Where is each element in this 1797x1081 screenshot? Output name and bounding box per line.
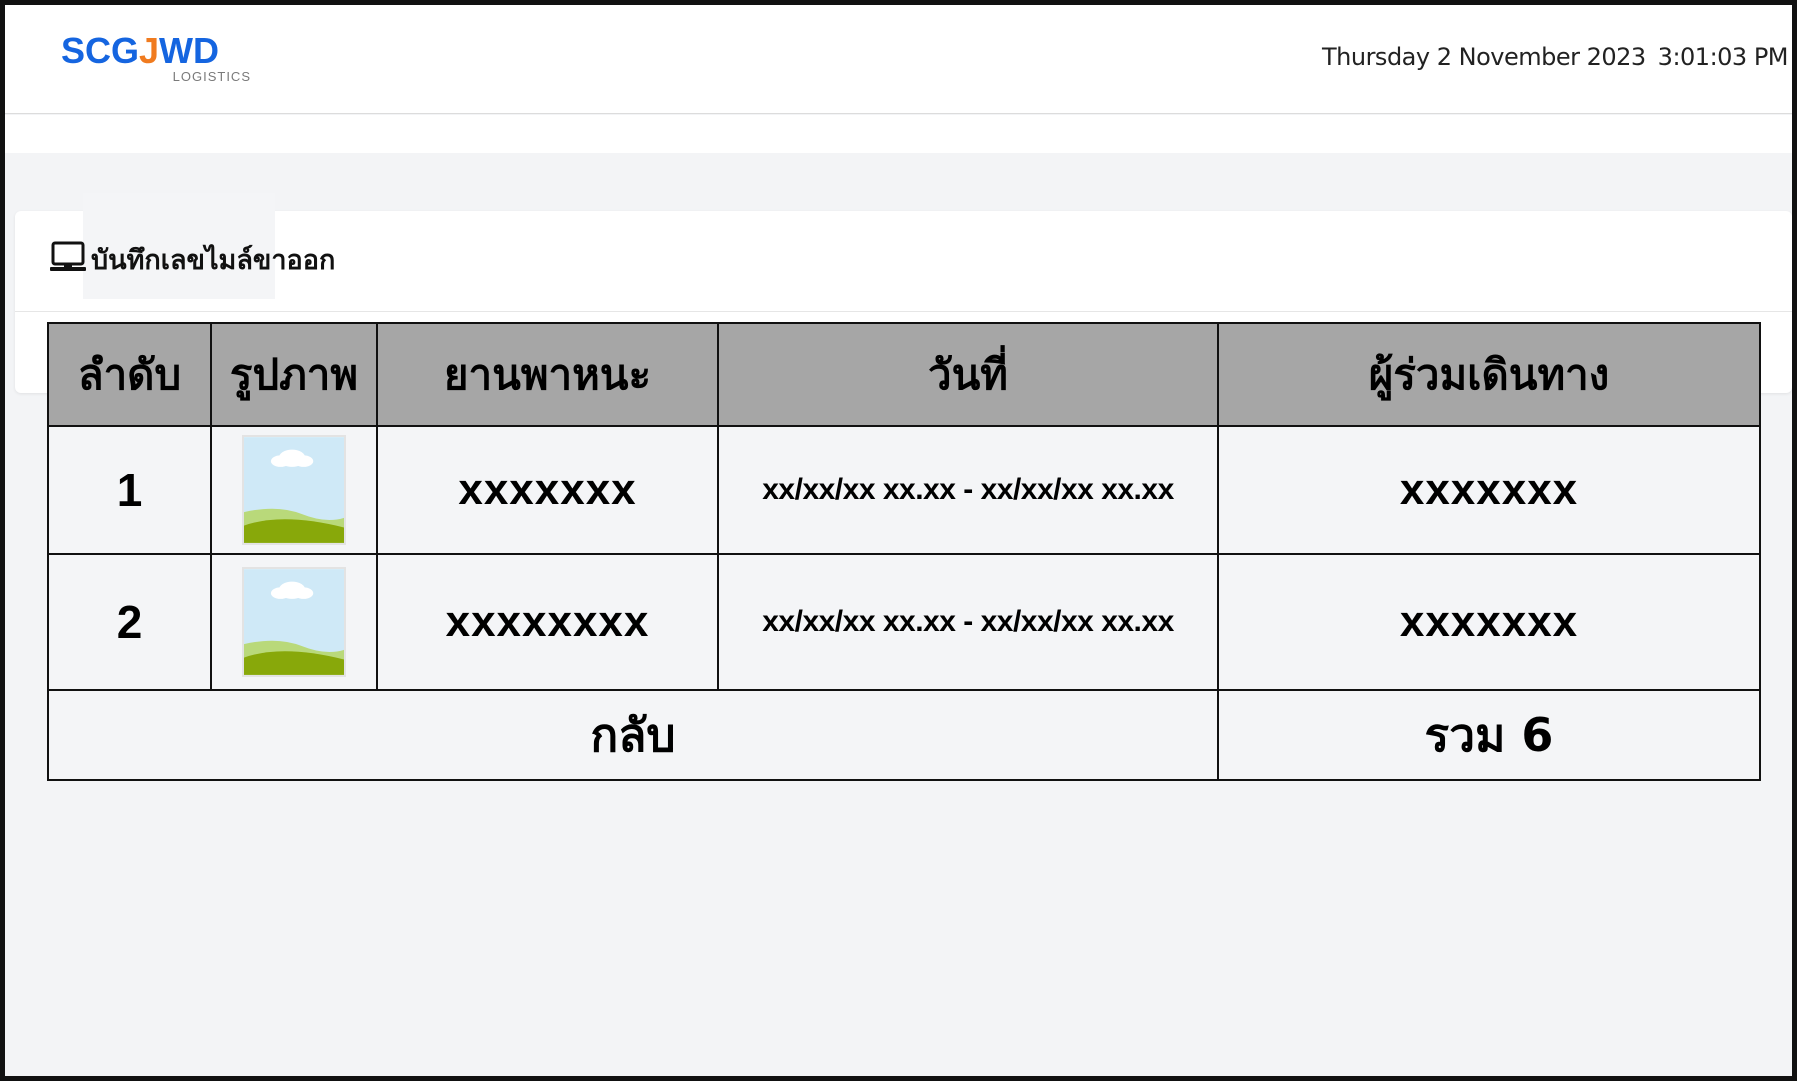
panel-divider xyxy=(15,311,1792,312)
laptop-icon xyxy=(49,240,87,278)
app-window: SCGJWD LOGISTICS Thursday 2 November 202… xyxy=(0,0,1797,1081)
current-datetime: Thursday 2 November 2023 3:01:03 PM xyxy=(1321,43,1789,71)
table-footer-row: กลับ รวม 6 xyxy=(47,689,1761,781)
row-index: 2 xyxy=(47,553,212,691)
image-placeholder-icon[interactable] xyxy=(242,567,346,677)
total-count: รวม 6 xyxy=(1217,689,1761,781)
column-header-date: วันที่ xyxy=(717,322,1219,427)
table-header-row: ลำดับ รูปภาพ ยานพาหนะ วันที่ ผู้ร่วมเดิน… xyxy=(47,322,1761,427)
table-row[interactable]: 2 xxxxxxxx xx/xx/xx xx.xx - xx/xx/xx xx.… xyxy=(47,553,1761,691)
column-header-companion: ผู้ร่วมเดินทาง xyxy=(1217,322,1761,427)
current-date: Thursday 2 November 2023 xyxy=(1321,43,1646,71)
mileage-table: ลำดับ รูปภาพ ยานพาหนะ วันที่ ผู้ร่วมเดิน… xyxy=(47,322,1761,781)
back-button[interactable]: กลับ xyxy=(47,689,1219,781)
image-placeholder-icon[interactable] xyxy=(242,435,346,545)
company-logo: SCGJWD LOGISTICS xyxy=(61,30,251,85)
row-vehicle: xxxxxxx xyxy=(376,425,719,555)
panel-title: บันทึกเลขไมล์ขาออก xyxy=(49,239,335,279)
row-companion: xxxxxxx xyxy=(1217,425,1761,555)
column-header-image: รูปภาพ xyxy=(210,322,378,427)
current-time: 3:01:03 PM xyxy=(1657,43,1789,71)
row-index: 1 xyxy=(47,425,212,555)
column-header-index: ลำดับ xyxy=(47,322,212,427)
row-image-cell[interactable] xyxy=(210,553,378,691)
row-date: xx/xx/xx xx.xx - xx/xx/xx xx.xx xyxy=(717,553,1219,691)
top-header: SCGJWD LOGISTICS Thursday 2 November 202… xyxy=(5,5,1792,114)
row-image-cell[interactable] xyxy=(210,425,378,555)
panel-title-text: บันทึกเลขไมล์ขาออก xyxy=(91,244,336,276)
row-vehicle: xxxxxxxx xyxy=(376,553,719,691)
row-date: xx/xx/xx xx.xx - xx/xx/xx xx.xx xyxy=(717,425,1219,555)
sub-header-bar xyxy=(5,115,1792,153)
column-header-vehicle: ยานพาหนะ xyxy=(376,322,719,427)
row-companion: xxxxxxx xyxy=(1217,553,1761,691)
table-row[interactable]: 1 xxxxxxx xx/xx/xx xx.xx - xx/xx/xx xx.x… xyxy=(47,425,1761,555)
